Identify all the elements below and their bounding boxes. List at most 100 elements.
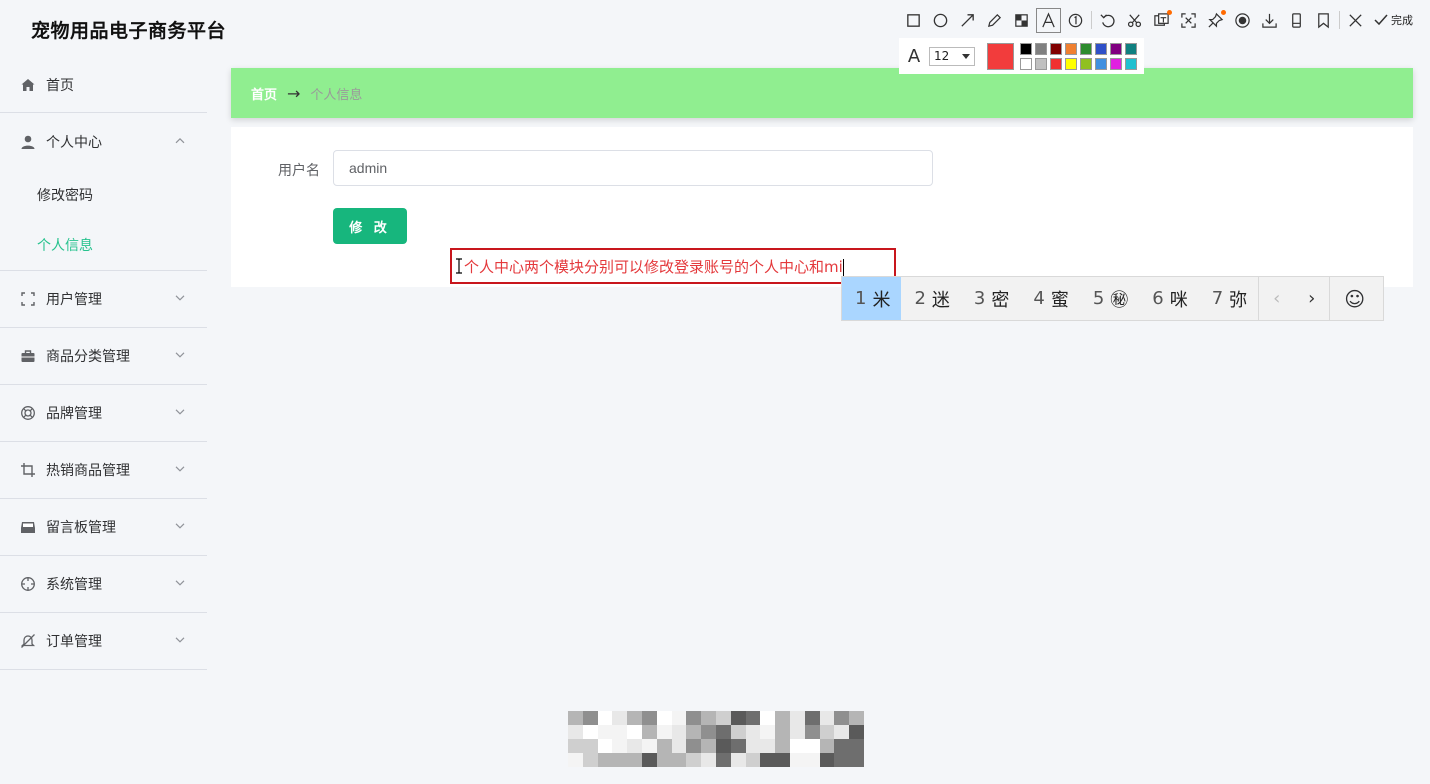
username-input[interactable]	[333, 150, 933, 186]
mosaic-cell	[582, 739, 598, 753]
mosaic-cell	[760, 753, 776, 767]
mosaic-cell	[686, 711, 702, 725]
annotation-text: 个人中心两个模块分别可以修改登录账号的个人中心和mi	[464, 258, 843, 276]
breadcrumb-home-link[interactable]: 首页	[251, 84, 277, 103]
chevron-up-icon	[175, 137, 185, 143]
sidebar-item-brand-management[interactable]: 品牌管理	[0, 385, 207, 442]
mosaic-cell	[642, 711, 657, 725]
color-swatch[interactable]	[1110, 57, 1122, 70]
sidebar-item-category-management[interactable]: 商品分类管理	[0, 328, 207, 385]
chevron-down-icon	[175, 352, 185, 358]
ime-candidate[interactable]: 1米	[842, 277, 902, 320]
color-swatch[interactable]	[1065, 42, 1077, 55]
toolbar-divider	[1091, 11, 1092, 29]
lifebuoy-icon	[20, 405, 36, 421]
color-swatch[interactable]	[1035, 42, 1047, 55]
sidebar-subitem-personal-info[interactable]: 个人信息	[0, 220, 207, 270]
ime-candidate[interactable]: 5 ㊙	[1080, 277, 1139, 320]
mosaic-cell	[790, 725, 805, 739]
color-swatch[interactable]	[1080, 57, 1092, 70]
mosaic-tool-icon[interactable]	[1008, 7, 1035, 34]
color-swatch[interactable]	[1080, 42, 1092, 55]
annotation-text-box[interactable]: 个人中心两个模块分别可以修改登录账号的个人中心和mi	[450, 248, 896, 284]
undo-icon[interactable]	[1094, 7, 1121, 34]
mosaic-cell	[686, 753, 702, 767]
mosaic-cell	[775, 739, 790, 753]
color-swatch[interactable]	[1095, 42, 1107, 55]
phone-icon[interactable]	[1283, 7, 1310, 34]
mosaic-cell	[760, 711, 776, 725]
ime-emoji-icon[interactable]: ☺	[1330, 277, 1379, 320]
ime-candidate[interactable]: 4蜜	[1020, 277, 1079, 320]
font-size-value: 12	[934, 49, 950, 63]
font-size-select[interactable]: 12	[929, 46, 975, 66]
modify-button[interactable]: 修 改	[333, 208, 407, 244]
rectangle-tool-icon[interactable]	[900, 7, 927, 34]
sidebar-item-label: 商品分类管理	[46, 349, 130, 365]
ime-candidate-text: 蜜	[1050, 289, 1069, 311]
mosaic-cell	[716, 753, 731, 767]
sidebar-item-user-management[interactable]: 用户管理	[0, 271, 207, 328]
record-icon[interactable]	[1229, 7, 1256, 34]
mosaic-cell	[656, 725, 672, 739]
mosaic-cell	[804, 739, 820, 753]
sidebar: 首页 个人中心 修改密码 个人信息 用户管理 商品分类管理 品牌管理 热销商品管…	[0, 57, 207, 670]
mosaic-cell	[701, 725, 716, 739]
pencil-tool-icon[interactable]	[981, 7, 1008, 34]
color-swatch[interactable]	[1035, 57, 1047, 70]
bookmark-icon[interactable]	[1310, 7, 1337, 34]
sidebar-item-label: 留言板管理	[46, 520, 116, 536]
mosaic-cell	[730, 711, 746, 725]
close-icon[interactable]	[1342, 7, 1369, 34]
mosaic-cell	[760, 725, 776, 739]
cut-icon[interactable]	[1121, 7, 1148, 34]
sidebar-subitem-change-password[interactable]: 修改密码	[0, 170, 207, 220]
color-swatch[interactable]	[1095, 57, 1107, 70]
mosaic-cell	[656, 711, 672, 725]
ellipse-tool-icon[interactable]	[927, 7, 954, 34]
color-swatch[interactable]	[1050, 42, 1062, 55]
arrow-tool-icon[interactable]	[954, 7, 981, 34]
color-swatch[interactable]	[1020, 57, 1032, 70]
mosaic-cell	[612, 753, 628, 767]
ime-candidate[interactable]: 3密	[961, 277, 1020, 320]
pin-icon[interactable]	[1202, 7, 1229, 34]
mosaic-cell	[627, 739, 642, 753]
sidebar-item-home[interactable]: 首页	[0, 57, 207, 113]
sidebar-item-order-management[interactable]: 订单管理	[0, 613, 207, 670]
mosaic-cell	[597, 739, 613, 753]
bell-off-icon	[20, 633, 36, 649]
mosaic-cell	[760, 739, 776, 753]
download-icon[interactable]	[1256, 7, 1283, 34]
mosaic-cell	[701, 711, 716, 725]
mosaic-cell	[627, 725, 642, 739]
mosaic-cell	[582, 753, 598, 767]
ime-prev-page-icon[interactable]: ‹	[1259, 277, 1294, 320]
sidebar-item-label: 品牌管理	[46, 406, 102, 422]
ocr-text-icon[interactable]	[1148, 7, 1175, 34]
ime-candidate[interactable]: 7弥	[1199, 277, 1258, 320]
current-color-swatch[interactable]	[987, 42, 1014, 70]
sidebar-item-personal-center[interactable]: 个人中心	[0, 113, 207, 170]
ime-candidate[interactable]: 2迷	[901, 277, 960, 320]
sidebar-item-system-management[interactable]: 系统管理	[0, 556, 207, 613]
home-icon	[20, 77, 36, 93]
ime-next-page-icon[interactable]: ›	[1294, 277, 1329, 320]
ime-candidate[interactable]: 6咪	[1139, 277, 1198, 320]
done-button[interactable]: 完成	[1373, 12, 1413, 28]
color-swatch[interactable]	[1065, 57, 1077, 70]
sidebar-item-hot-products[interactable]: 热销商品管理	[0, 442, 207, 499]
color-swatch[interactable]	[1110, 42, 1122, 55]
color-swatch[interactable]	[1050, 57, 1062, 70]
toolbar-divider	[1339, 11, 1340, 29]
ime-candidate-text: ㊙	[1110, 289, 1129, 311]
sidebar-item-message-board[interactable]: 留言板管理	[0, 499, 207, 556]
number-marker-tool-icon[interactable]	[1062, 7, 1089, 34]
color-swatch[interactable]	[1125, 42, 1137, 55]
color-swatch[interactable]	[1125, 57, 1137, 70]
color-swatch[interactable]	[1020, 42, 1032, 55]
translate-icon[interactable]	[1175, 7, 1202, 34]
sidebar-item-label: 用户管理	[46, 292, 102, 308]
text-tool-icon[interactable]	[1036, 7, 1061, 33]
ime-candidate-text: 弥	[1229, 289, 1248, 311]
